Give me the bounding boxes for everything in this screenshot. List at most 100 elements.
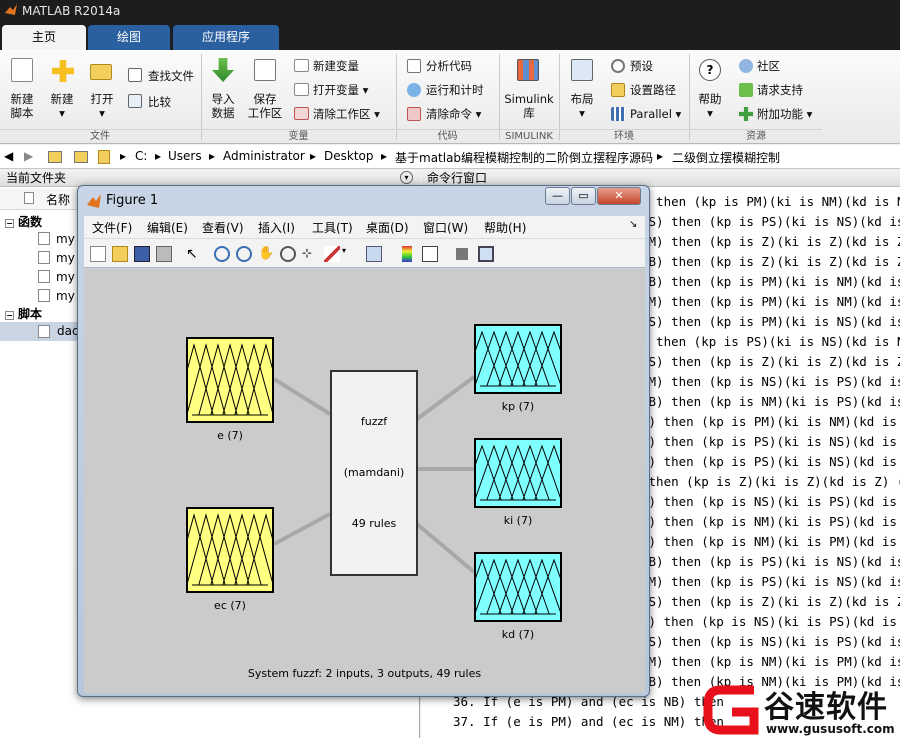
breadcrumb-item[interactable]: Administrator bbox=[223, 149, 305, 163]
menu-edit[interactable]: 编辑(E) bbox=[147, 219, 188, 236]
zoom-out-icon[interactable] bbox=[236, 246, 252, 262]
open-file-icon[interactable] bbox=[112, 246, 128, 262]
legend-icon[interactable] bbox=[422, 246, 438, 262]
import-data-button[interactable]: 导入 数据 bbox=[204, 92, 242, 120]
find-files-button[interactable]: 查找文件 bbox=[128, 66, 194, 86]
command-line: NM) then (kp is PS)(ki is NS)(kd is bbox=[641, 574, 900, 589]
preferences-button[interactable]: 预设 bbox=[610, 56, 653, 76]
menu-desktop[interactable]: 桌面(D) bbox=[366, 219, 409, 236]
column-name[interactable]: 名称 bbox=[46, 191, 70, 208]
save-icon[interactable] bbox=[134, 246, 150, 262]
section-scripts[interactable]: − 脚本 bbox=[0, 305, 42, 322]
fis-diagram: e (7) ec (7) fuzzf (mamdani) 49 rules kp… bbox=[84, 269, 645, 693]
pan-icon[interactable]: ✋ bbox=[258, 246, 274, 262]
forward-icon[interactable]: ▶ bbox=[24, 149, 33, 163]
compare-button[interactable]: 比较 bbox=[128, 92, 171, 112]
clear-commands-button[interactable]: 清除命令 ▾ bbox=[406, 104, 481, 124]
output-kd-label: kd (7) bbox=[501, 628, 535, 641]
menu-file[interactable]: 文件(F) bbox=[92, 219, 132, 236]
figure-title: Figure 1 bbox=[106, 193, 159, 208]
save-workspace-icon bbox=[254, 59, 276, 81]
hide-tools-icon[interactable] bbox=[456, 248, 468, 260]
folder-icon bbox=[98, 150, 110, 164]
breadcrumb-item[interactable]: 基于matlab编程模糊控制的二阶倒立摆程序源码 bbox=[395, 149, 653, 166]
command-line: PB) then (kp is Z)(ki is Z)(kd is Z) bbox=[641, 254, 900, 269]
new-figure-icon[interactable] bbox=[90, 246, 106, 262]
tab-apps[interactable]: 应用程序 bbox=[173, 25, 279, 50]
file-item[interactable]: my bbox=[38, 289, 75, 303]
link-plot-icon[interactable] bbox=[366, 246, 382, 262]
print-icon[interactable] bbox=[156, 246, 172, 262]
output-ki-box[interactable] bbox=[462, 438, 574, 508]
set-path-button[interactable]: 设置路径 bbox=[610, 80, 676, 100]
breadcrumb-item[interactable]: Users bbox=[168, 149, 202, 163]
rotate-icon[interactable] bbox=[280, 246, 296, 262]
community-button[interactable]: 社区 bbox=[737, 56, 780, 76]
menu-help[interactable]: 帮助(H) bbox=[484, 219, 526, 236]
section-functions[interactable]: − 函数 bbox=[0, 213, 42, 230]
menu-insert[interactable]: 插入(I) bbox=[258, 219, 295, 236]
membership-function-icon bbox=[462, 558, 574, 615]
breadcrumb-item[interactable]: C: bbox=[135, 149, 147, 163]
file-type-icon bbox=[24, 192, 34, 204]
menu-view[interactable]: 查看(V) bbox=[202, 219, 244, 236]
breadcrumb-item[interactable]: Desktop bbox=[324, 149, 374, 163]
input-ec-box[interactable] bbox=[174, 507, 286, 593]
open-button[interactable]: 打开 ▾ bbox=[86, 92, 118, 120]
output-kp-box[interactable] bbox=[462, 324, 574, 394]
dock-arrow-icon[interactable]: ↘ bbox=[629, 219, 637, 230]
back-icon[interactable]: ◀ bbox=[4, 149, 13, 163]
browse-folder-icon[interactable] bbox=[74, 151, 88, 163]
save-workspace-button[interactable]: 保存 工作区 bbox=[244, 92, 286, 120]
clear-workspace-button[interactable]: 清除工作区 ▾ bbox=[293, 104, 380, 124]
file-item[interactable]: my bbox=[38, 232, 75, 246]
brush-icon[interactable] bbox=[324, 246, 340, 262]
menu-window[interactable]: 窗口(W) bbox=[423, 219, 468, 236]
file-item[interactable]: my bbox=[38, 251, 75, 265]
brush-dropdown-icon[interactable]: ▾ bbox=[342, 246, 350, 262]
panel-menu-icon[interactable]: ▾ bbox=[400, 171, 413, 184]
tab-home[interactable]: 主页 bbox=[2, 25, 86, 50]
pointer-icon[interactable]: ↖ bbox=[186, 246, 202, 262]
analyze-code-button[interactable]: 分析代码 bbox=[406, 56, 472, 76]
colorbar-icon[interactable] bbox=[402, 246, 412, 262]
file-item[interactable]: my bbox=[38, 270, 75, 284]
command-line: PB) then (kp is NM)(ki is PS)(kd is bbox=[641, 394, 900, 409]
new-button[interactable]: 新建 ▾ bbox=[46, 92, 78, 120]
close-icon[interactable]: ✕ bbox=[597, 187, 641, 205]
up-folder-icon[interactable] bbox=[48, 151, 62, 163]
new-icon bbox=[52, 60, 74, 82]
dock-figure-icon[interactable] bbox=[478, 246, 494, 262]
minimize-icon[interactable]: — bbox=[545, 187, 570, 205]
command-line: PM) then (kp is Z)(ki is Z)(kd is Z) bbox=[641, 234, 900, 249]
open-variable-button[interactable]: 打开变量 ▾ bbox=[293, 80, 368, 100]
tab-plots[interactable]: 绘图 bbox=[88, 25, 170, 50]
divider bbox=[201, 54, 202, 140]
fis-system-box[interactable]: fuzzf (mamdani) 49 rules bbox=[330, 370, 418, 576]
input-e-box[interactable] bbox=[174, 337, 286, 423]
command-line: NM) then (kp is PM)(ki is NM)(kd is bbox=[641, 294, 900, 309]
new-variable-button[interactable]: 新建变量 bbox=[293, 56, 359, 76]
figure-menubar: 文件(F) 编辑(E) 查看(V) 插入(I) 工具(T) 桌面(D) 窗口(W… bbox=[84, 216, 645, 238]
command-line: PM) then (kp is NM)(ki is PM)(kd is bbox=[641, 654, 900, 669]
simulink-library-button[interactable]: Simulink 库 bbox=[503, 92, 555, 120]
figure-window[interactable]: Figure 1 — ▭ ✕ 文件(F) 编辑(E) 查看(V) 插入(I) 工… bbox=[77, 185, 650, 697]
breadcrumb-separator: ▸ bbox=[155, 149, 162, 163]
new-script-button[interactable]: 新建 脚本 bbox=[4, 92, 40, 120]
data-cursor-icon[interactable]: ⊹ bbox=[302, 246, 318, 262]
run-and-time-button[interactable]: 运行和计时 bbox=[406, 80, 484, 100]
request-support-button[interactable]: 请求支持 bbox=[737, 80, 803, 100]
output-kd-box[interactable] bbox=[462, 552, 574, 622]
group-label-code: 代码 bbox=[397, 129, 498, 143]
breadcrumb-item[interactable]: 二级倒立摆模糊控制 bbox=[672, 149, 780, 166]
help-button[interactable]: 帮助 ▾ bbox=[694, 92, 726, 120]
layout-button[interactable]: 布局 ▾ bbox=[566, 92, 598, 120]
menu-tools[interactable]: 工具(T) bbox=[312, 219, 353, 236]
addons-button[interactable]: 附加功能 ▾ bbox=[737, 104, 812, 124]
system-summary: System fuzzf: 2 inputs, 3 outputs, 49 ru… bbox=[247, 667, 482, 680]
app-titlebar: MATLAB R2014a bbox=[0, 0, 900, 22]
group-label-environment: 环境 bbox=[560, 129, 688, 143]
parallel-button[interactable]: Parallel ▾ bbox=[610, 104, 681, 124]
maximize-icon[interactable]: ▭ bbox=[571, 187, 596, 205]
zoom-in-icon[interactable] bbox=[214, 246, 230, 262]
